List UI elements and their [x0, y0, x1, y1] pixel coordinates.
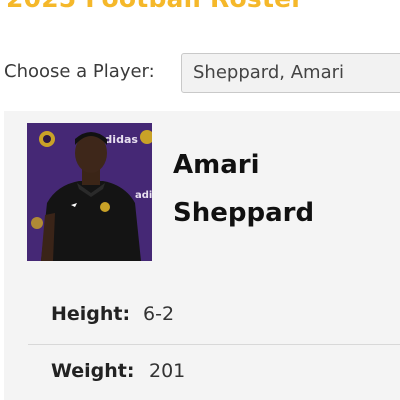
weight-label: Weight:: [51, 360, 135, 382]
player-select[interactable]: Sheppard, Amari: [181, 53, 400, 93]
choose-player-label: Choose a Player:: [4, 61, 155, 82]
roster-page: 2025 Football Roster Choose a Player: Sh…: [0, 0, 400, 400]
player-card: adidas adida Amari Sheppa: [4, 111, 400, 400]
player-first-name: Amari: [173, 150, 260, 180]
player-name: Amari Sheppard: [173, 141, 314, 237]
svg-text:adida: adida: [135, 190, 152, 201]
page-title: 2025 Football Roster: [6, 0, 304, 13]
height-value: 6-2: [143, 303, 175, 325]
player-headshot: adidas adida: [27, 123, 152, 261]
player-last-name: Sheppard: [173, 198, 315, 228]
weight-value: 201: [149, 360, 186, 382]
stat-row-weight: Weight: 201: [28, 346, 400, 400]
height-label: Height:: [51, 303, 131, 325]
stat-row-height: Height: 6-2: [28, 289, 400, 345]
